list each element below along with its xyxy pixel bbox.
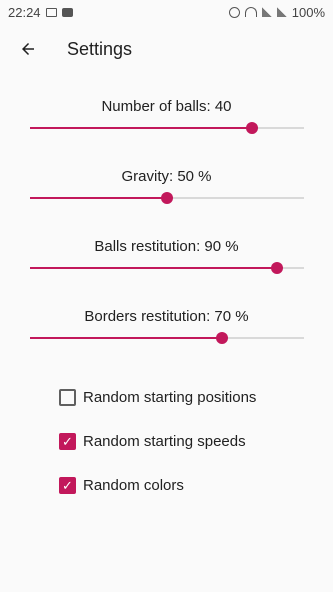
battery-level: 100% — [291, 4, 325, 20]
slider-fill — [30, 197, 167, 199]
settings-content: Number of balls: 40 Gravity: 50 % Balls … — [0, 74, 333, 507]
random-colors-checkbox[interactable]: ✓ — [59, 476, 76, 494]
status-right: 100% — [228, 4, 325, 20]
random-colors-row[interactable]: ✓ Random colors — [0, 463, 333, 507]
checkbox-label: Random starting speeds — [83, 432, 246, 450]
slider-thumb[interactable] — [161, 192, 173, 204]
slider-thumb[interactable] — [270, 262, 283, 274]
status-left: 22:24 — [8, 5, 73, 20]
gravity-slider[interactable] — [30, 190, 304, 206]
check-icon: ✓ — [62, 433, 73, 449]
chat-icon — [61, 7, 73, 17]
balls-restitution-slider[interactable] — [30, 260, 304, 276]
arrow-back-icon — [22, 43, 34, 55]
slider-fill — [30, 267, 277, 269]
slider-label: Borders restitution: 70 % — [84, 308, 249, 325]
slider-label: Balls restitution: 90 % — [94, 238, 239, 255]
app-bar: Settings — [0, 24, 333, 74]
borders-restitution-slider[interactable] — [30, 330, 304, 346]
image-icon — [45, 7, 57, 17]
signal-icon — [276, 7, 287, 17]
setting-gravity: Gravity: 50 % — [0, 168, 333, 238]
random-starting-speeds-checkbox[interactable]: ✓ — [59, 432, 76, 450]
page-title: Settings — [67, 38, 133, 59]
status-bar: 22:24 100% — [0, 0, 333, 24]
setting-borders-restitution: Borders restitution: 70 % — [0, 308, 333, 378]
status-time: 22:24 — [8, 4, 41, 20]
checkbox-group: ✓ Random starting positions ✓ Random sta… — [0, 375, 333, 507]
wifi-icon — [244, 7, 257, 17]
setting-balls-restitution: Balls restitution: 90 % — [0, 238, 333, 308]
slider-fill — [30, 337, 222, 339]
random-starting-positions-row[interactable]: ✓ Random starting positions — [0, 375, 333, 419]
setting-number-of-balls: Number of balls: 40 — [0, 98, 333, 168]
random-starting-speeds-row[interactable]: ✓ Random starting speeds — [0, 419, 333, 463]
alarm-icon — [228, 6, 240, 18]
number-of-balls-slider[interactable] — [30, 120, 304, 136]
signal-icon — [261, 7, 272, 17]
slider-label: Number of balls: 40 — [101, 98, 232, 115]
slider-label: Gravity: 50 % — [121, 168, 212, 185]
checkbox-label: Random starting positions — [83, 388, 257, 406]
slider-thumb[interactable] — [215, 332, 228, 344]
check-icon: ✓ — [62, 477, 73, 493]
back-button[interactable] — [16, 37, 40, 61]
slider-thumb[interactable] — [245, 122, 258, 134]
random-starting-positions-checkbox[interactable]: ✓ — [59, 388, 76, 406]
checkbox-label: Random colors — [83, 476, 184, 494]
slider-fill — [30, 127, 252, 129]
